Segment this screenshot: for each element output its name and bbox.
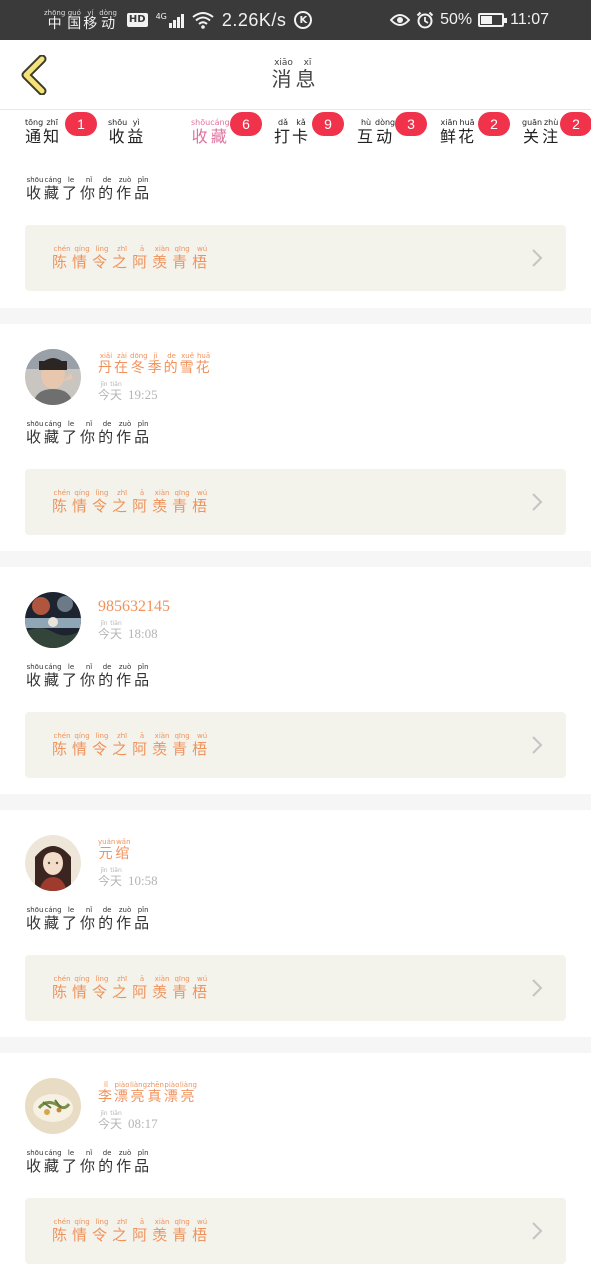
battery-icon [478, 13, 508, 27]
work-link[interactable]: 陈chén情qíng令lìng之zhī阿ā羡xiàn青qīng梧wú [25, 1198, 566, 1264]
notification-message: 收shōu藏cáng了le你nǐ的de作zuò品pǐn [26, 1149, 153, 1175]
message-tabs: 通tōng知zhī 1 收shōu益yì 收shōu藏cáng 6 打dǎ卡kǎ… [0, 110, 591, 170]
user-row: 985632145 今jīn天tiān 18:08 [25, 592, 170, 648]
wifi-icon [192, 12, 214, 29]
work-link[interactable]: 陈chén情qíng令lìng之zhī阿ā羡xiàn青qīng梧wú [25, 469, 566, 535]
app-header: 消xiāo息xī [0, 40, 591, 110]
notification-card[interactable]: 985632145 今jīn天tiān 18:08 收shōu藏cáng了le你… [0, 567, 591, 794]
k-app-icon: K [294, 11, 313, 29]
page-title: 消xiāo息xī [271, 58, 320, 91]
user-name[interactable]: 丹xiǎi在zài冬dōng季jì的de雪xuě花huā [98, 352, 212, 377]
chevron-right-icon [532, 736, 543, 754]
work-link[interactable]: 陈chén情qíng令lìng之zhī阿ā羡xiàn青qīng梧wú [25, 225, 566, 291]
notification-message: 收shōu藏cáng了le你nǐ的de作zuò品pǐn [26, 176, 153, 202]
network-speed: 2.26K/s [221, 9, 287, 30]
eye-icon [390, 14, 411, 26]
avatar[interactable] [25, 835, 81, 891]
user-row: 元yuán绾wǎn 今jīn天tiān 10:58 [25, 835, 158, 891]
chevron-right-icon [532, 493, 543, 511]
tab-checkin[interactable]: 打dǎ卡kǎ 9 [274, 112, 344, 162]
hd-icon: HD [126, 13, 148, 27]
user-row: 丹xiǎi在zài冬dōng季jì的de雪xuě花huā 今jīn天tiān 1… [25, 349, 212, 405]
work-title: 陈chén情qíng令lìng之zhī阿ā羡xiàn青qīng梧wú [52, 1218, 213, 1244]
card-divider [0, 308, 591, 324]
chevron-right-icon [532, 1222, 543, 1240]
tab-badge: 2 [560, 112, 591, 136]
card-divider [0, 794, 591, 810]
avatar[interactable] [25, 1078, 81, 1134]
tab-badge: 2 [478, 112, 510, 136]
tab-follow[interactable]: 关guān注zhù 2 [522, 112, 591, 162]
work-title: 陈chén情qíng令lìng之zhī阿ā羡xiàn青qīng梧wú [52, 245, 213, 271]
work-link[interactable]: 陈chén情qíng令lìng之zhī阿ā羡xiàn青qīng梧wú [25, 955, 566, 1021]
chevron-right-icon [532, 249, 543, 267]
tab-badge: 1 [65, 112, 97, 136]
avatar[interactable] [25, 349, 81, 405]
notification-card[interactable]: 收shōu藏cáng了le你nǐ的de作zuò品pǐn 陈chén情qíng令l… [0, 162, 591, 308]
tab-earnings[interactable]: 收shōu益yì [108, 118, 145, 162]
status-bar: zhōng 中 guó 国 yí 移 dòng 动 HD 4G 2.26K/s K 5 [0, 0, 591, 40]
user-row: 李lǐ漂piào亮liàng真zhēn漂piào亮liàng 今jīn天tiān… [25, 1078, 197, 1134]
notification-message: 收shōu藏cáng了le你nǐ的de作zuò品pǐn [26, 420, 153, 446]
avatar[interactable] [25, 592, 81, 648]
carrier-name: zhōng 中 guó 国 yí 移 dòng 动 [44, 9, 117, 32]
clock: 11:07 [510, 11, 549, 28]
notification-message: 收shōu藏cáng了le你nǐ的de作zuò品pǐn [26, 906, 153, 932]
status-right: 50% 11:07 [390, 6, 549, 34]
tab-badge: 6 [230, 112, 262, 136]
chevron-right-icon [532, 979, 543, 997]
user-name[interactable]: 李lǐ漂piào亮liàng真zhēn漂piào亮liàng [98, 1081, 197, 1106]
tab-flowers[interactable]: 鲜xiān花huā 2 [440, 112, 510, 162]
notification-card[interactable]: 丹xiǎi在zài冬dōng季jì的de雪xuě花huā 今jīn天tiān 1… [0, 324, 591, 551]
tab-notify[interactable]: 通tōng知zhī 1 [25, 112, 97, 162]
battery-percent: 50% [440, 11, 473, 28]
card-divider [0, 551, 591, 567]
work-title: 陈chén情qíng令lìng之zhī阿ā羡xiàn青qīng梧wú [52, 975, 213, 1001]
notification-card[interactable]: 李lǐ漂piào亮liàng真zhēn漂piào亮liàng 今jīn天tiān… [0, 1053, 591, 1280]
tab-favorites[interactable]: 收shōu藏cáng 6 [191, 112, 262, 170]
timestamp: 今jīn天tiān 18:08 [98, 620, 158, 641]
user-name[interactable]: 985632145 [98, 598, 170, 616]
user-name[interactable]: 元yuán绾wǎn [98, 838, 158, 863]
work-title: 陈chén情qíng令lìng之zhī阿ā羡xiàn青qīng梧wú [52, 489, 213, 515]
alarm-icon [416, 11, 434, 29]
tab-interact[interactable]: 互hù动dòng 3 [357, 112, 427, 162]
notification-card[interactable]: 元yuán绾wǎn 今jīn天tiān 10:58 收shōu藏cáng了le你… [0, 810, 591, 1037]
signal-icon: 4G [156, 12, 184, 28]
card-divider [0, 1037, 591, 1053]
timestamp: 今jīn天tiān 08:17 [98, 1109, 158, 1131]
work-title: 陈chén情qíng令lìng之zhī阿ā羡xiàn青qīng梧wú [52, 732, 213, 758]
work-link[interactable]: 陈chén情qíng令lìng之zhī阿ā羡xiàn青qīng梧wú [25, 712, 566, 778]
tab-badge: 9 [312, 112, 344, 136]
timestamp: 今jīn天tiān 10:58 [98, 866, 158, 888]
tab-badge: 3 [395, 112, 427, 136]
notification-message: 收shōu藏cáng了le你nǐ的de作zuò品pǐn [26, 663, 153, 689]
timestamp: 今jīn天tiān 19:25 [98, 380, 158, 402]
status-left: zhōng 中 guó 国 yí 移 dòng 动 HD 4G 2.26K/s K [44, 6, 313, 34]
